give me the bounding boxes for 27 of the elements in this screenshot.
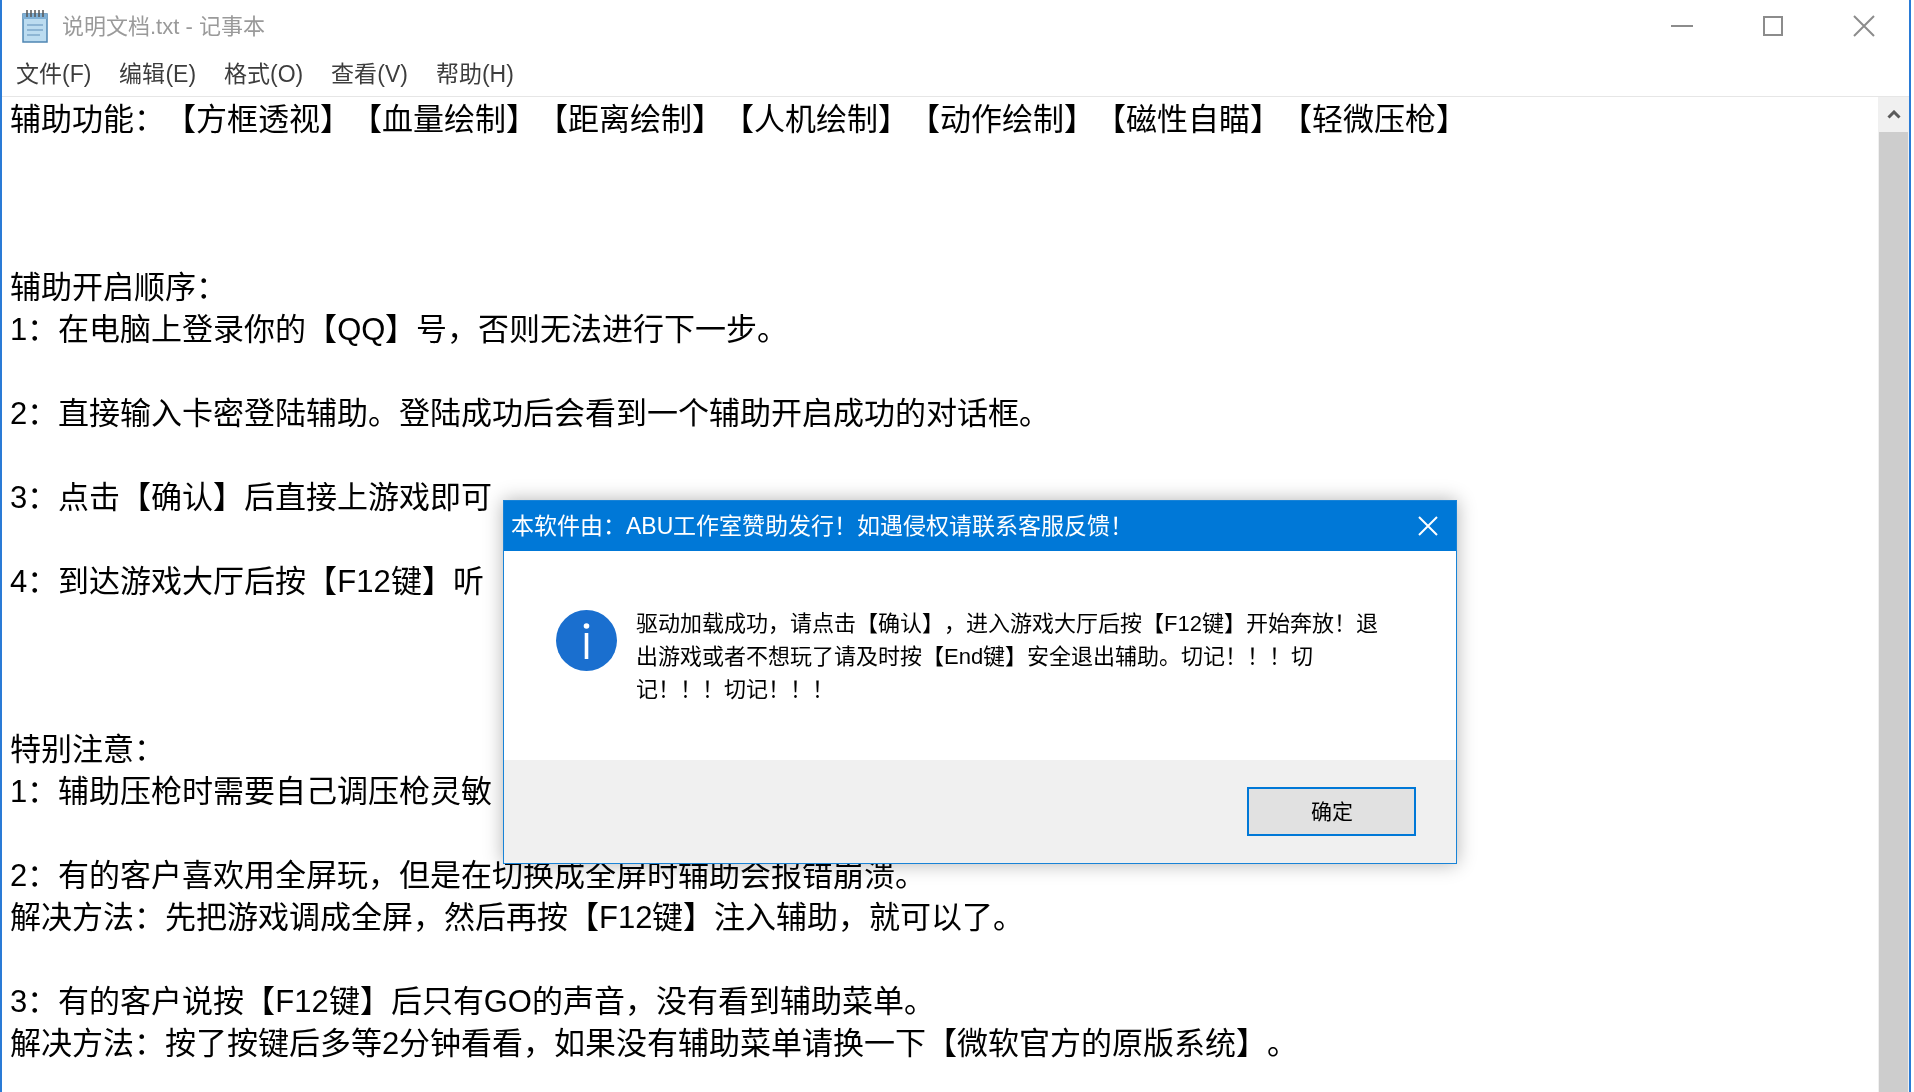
text-line: 解决方法：按了按键后多等2分钟看看，如果没有辅助菜单请换一下【微软官方的原版系统】。 xyxy=(10,1025,1299,1063)
text-line: 3：有的客户说按【F12键】后只有GO的声音，没有看到辅助菜单。 xyxy=(10,983,935,1021)
minimize-icon xyxy=(1671,25,1693,27)
text-line: 1：辅助压枪时需要自己调压枪灵敏 xyxy=(10,773,493,811)
notepad-icon xyxy=(20,9,50,43)
dialog-message: 驱动加载成功，请点击【确认】，进入游戏大厅后按【F12键】开始奔放！退出游戏或者不想玩了请及时按【End键】安全退出辅助。切记！！！切记！！！切记！！！ xyxy=(636,610,1379,704)
info-icon xyxy=(556,610,617,671)
menu-item[interactable]: 查看(V) xyxy=(317,56,422,92)
text-line: 特别注意： xyxy=(10,731,165,769)
text-line: 2：直接输入卡密登陆辅助。登陆成功后会看到一个辅助开启成功的对话框。 xyxy=(10,395,1051,433)
menu-item[interactable]: 编辑(E) xyxy=(105,56,211,92)
caret-up-icon xyxy=(1886,110,1901,119)
confirm-button[interactable]: 确定 xyxy=(1247,787,1416,836)
menu-item[interactable]: 帮助(H) xyxy=(421,56,528,92)
text-line: 辅助开启顺序： xyxy=(10,269,227,307)
menu-item[interactable]: 文件(F) xyxy=(2,56,106,92)
text-line: 辅助功能：【方框透视】【血量绘制】【距离绘制】【人机绘制】【动作绘制】【磁性自瞄】【轻微压枪】 xyxy=(10,101,1467,139)
close-icon xyxy=(1853,15,1875,37)
text-line: 解决方法：先把游戏调成全屏，然后再按【F12键】注入辅助，就可以了。 xyxy=(10,899,1025,937)
window-title: 说明文档.txt - 记事本 xyxy=(62,12,265,41)
menu-item[interactable]: 格式(O) xyxy=(210,56,318,92)
maximize-icon xyxy=(1763,16,1783,36)
text-line: 3：点击【确认】后直接上游戏即可 xyxy=(10,479,493,517)
text-line: 4：到达游戏大厅后按【F12键】听 xyxy=(10,563,484,601)
close-icon xyxy=(1418,516,1438,536)
text-line: 1：在电脑上登录你的【QQ】号，否则无法进行下一步。 xyxy=(10,311,789,349)
dialog-title: 本软件由：ABU工作室赞助发行！如遇侵权请联系客服反馈！ xyxy=(511,511,1134,541)
